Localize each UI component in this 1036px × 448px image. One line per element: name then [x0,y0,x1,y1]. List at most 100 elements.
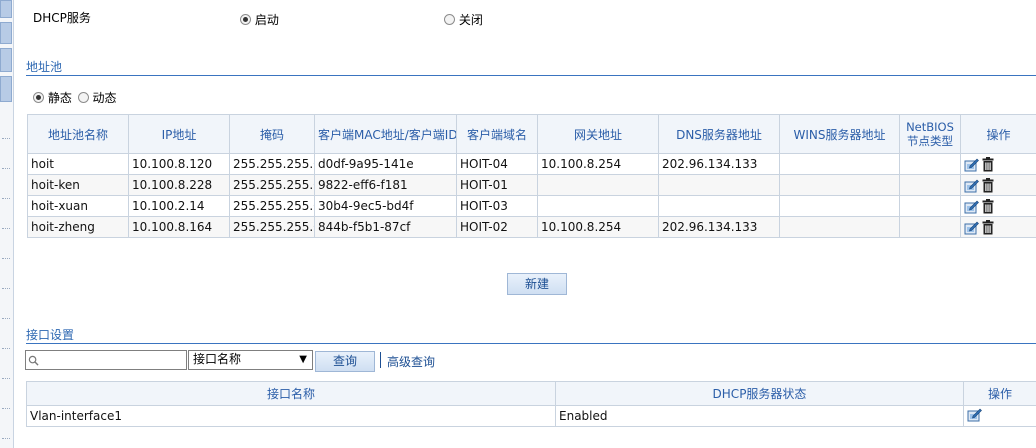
cell-gateway: 10.100.8.254 [537,153,659,175]
dhcp-disable-radio[interactable] [444,14,455,25]
cell-mac: 9822-eff6-f181 [314,174,457,196]
sidebar-divider [2,138,10,139]
sidebar-divider [2,288,10,289]
sidebar-divider [2,378,10,379]
dhcp-service-label: DHCP服务 [33,11,91,25]
col-header[interactable]: DHCP服务器状态 [555,381,964,406]
static-radio[interactable] [33,92,44,103]
iface-section-divider [26,343,1036,344]
cell-dns [658,174,780,196]
cell-mac: d0df-9a95-141e [314,153,457,175]
col-header[interactable]: 接口名称 [26,381,556,406]
delete-icon[interactable] [982,219,994,235]
chevron-down-icon: ▼ [299,354,307,365]
search-field-select[interactable]: 接口名称 ▼ [188,350,313,370]
col-header[interactable]: IP地址 [128,114,230,154]
cell-netbios [899,153,961,175]
cell-domain: HOIT-01 [456,174,538,196]
edit-icon[interactable] [964,220,979,235]
sidebar-divider [2,408,10,409]
cell-name: hoit-xuan [27,195,129,217]
cell-domain: HOIT-04 [456,153,538,175]
cell-gateway [537,195,659,217]
cell-actions [963,405,1036,427]
cell-dns [658,195,780,217]
col-header: 操作 [963,381,1036,406]
sidebar-divider [2,168,10,169]
delete-icon[interactable] [982,156,994,172]
cell-mac: 844b-f5b1-87cf [314,216,457,238]
col-header-line: NetBIOS [906,120,954,134]
cell-domain: HOIT-02 [456,216,538,238]
search-input[interactable] [25,350,187,370]
cell-dns: 202.96.134.133 [658,153,780,175]
col-header: 操作 [960,114,1036,154]
search-field-value: 接口名称 [193,352,242,366]
delete-icon[interactable] [982,198,994,214]
sidebar-divider [2,258,10,259]
cell-mask: 255.255.255.0 [229,216,315,238]
delete-icon[interactable] [982,177,994,193]
dhcp-disable-label: 关闭 [458,13,483,27]
edit-icon[interactable] [964,199,979,214]
pool-mode-options: 静态 动态 [33,89,117,106]
cell-ip: 10.100.2.14 [128,195,230,217]
sidebar-tab[interactable] [0,48,12,72]
address-pool-table: 地址池名称 IP地址 掩码 客户端MAC地址/客户端ID 客户端域名 网关地址 … [27,114,1036,238]
col-header[interactable]: 客户端域名 [456,114,538,154]
separator [380,352,381,368]
col-header[interactable]: 掩码 [229,114,315,154]
col-header[interactable]: 网关地址 [537,114,659,154]
cell-actions [960,153,1036,175]
sidebar-divider [2,198,10,199]
dhcp-enable-radio[interactable] [240,14,251,25]
col-header[interactable]: DNS服务器地址 [658,114,780,154]
sidebar-divider [2,348,10,349]
cell-actions [960,216,1036,238]
table-row: hoit 10.100.8.120 255.255.255.0 d0df-9a9… [27,153,1036,175]
query-button[interactable]: 查询 [315,351,375,372]
dhcp-enable-option[interactable]: 启动 [240,11,279,28]
cell-netbios [899,216,961,238]
table-row: hoit-xuan 10.100.2.14 255.255.255.0 30b4… [27,195,1036,217]
col-header[interactable]: WINS服务器地址 [779,114,900,154]
cell-wins [779,153,900,175]
col-header[interactable]: 客户端MAC地址/客户端ID [314,114,457,154]
pool-section-title: 地址池 [26,60,63,74]
cell-mac: 30b4-9ec5-bd4f [314,195,457,217]
dhcp-disable-option[interactable]: 关闭 [444,11,483,28]
cell-dhcp-status: Enabled [555,405,964,427]
cell-wins [779,216,900,238]
cell-netbios [899,174,961,196]
sidebar-divider [2,228,10,229]
col-header-netbios[interactable]: NetBIOS 节点类型 [899,114,961,154]
advanced-query-link[interactable]: 高级查询 [387,353,435,370]
edit-icon[interactable] [964,157,979,172]
sidebar-tab[interactable] [0,0,12,18]
sidebar-tab[interactable] [0,76,12,102]
cell-gateway: 10.100.8.254 [537,216,659,238]
cell-ip: 10.100.8.228 [128,174,230,196]
cell-name: hoit [27,153,129,175]
dhcp-enable-label: 启动 [254,13,279,27]
edit-icon[interactable] [967,407,982,422]
dynamic-label: 动态 [92,91,117,105]
cell-ip: 10.100.8.120 [128,153,230,175]
search-icon [28,355,39,366]
cell-wins [779,174,900,196]
cell-actions [960,195,1036,217]
edit-icon[interactable] [964,178,979,193]
cell-wins [779,195,900,217]
col-header[interactable]: 地址池名称 [27,114,129,154]
pool-section-divider [26,75,1036,76]
sidebar-tab[interactable] [0,22,12,44]
new-pool-button[interactable]: 新建 [507,273,567,295]
sidebar-divider [2,318,10,319]
cell-interface-name: Vlan-interface1 [26,405,556,427]
cell-mask: 255.255.255.0 [229,195,315,217]
dynamic-radio[interactable] [77,92,89,103]
cell-gateway [537,174,659,196]
sidebar-strip [0,0,14,448]
cell-name: hoit-zheng [27,216,129,238]
cell-mask: 255.255.255.0 [229,174,315,196]
